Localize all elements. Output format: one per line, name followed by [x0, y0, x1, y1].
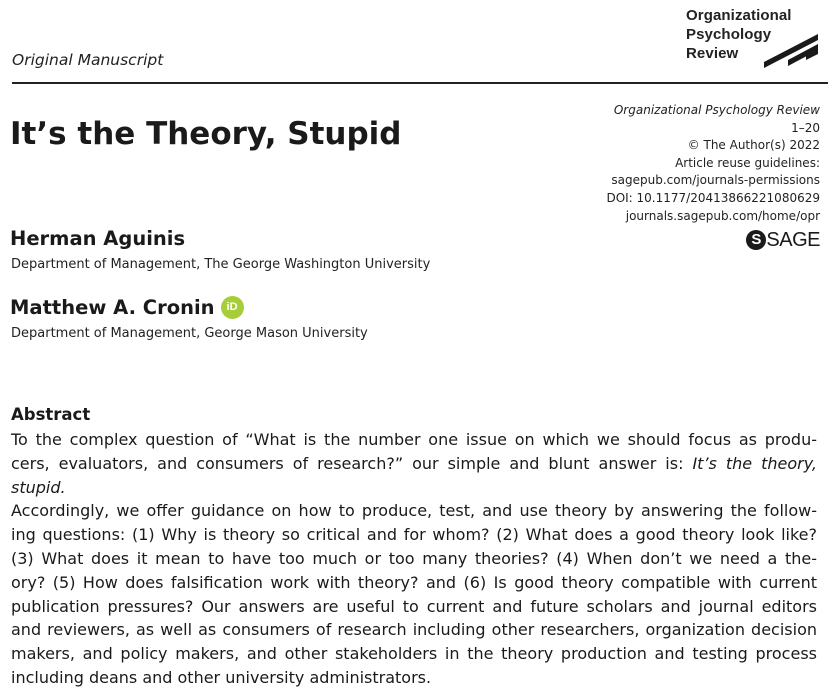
author-2-affiliation: Department of Management, George Mason U… [11, 326, 368, 341]
copyright: © The Author(s) 2022 [687, 138, 820, 153]
abstract-line: cers, evaluators, and consumers of resea… [11, 452, 817, 500]
abstract-heading: Abstract [11, 405, 91, 424]
author-1-affiliation: Department of Management, The George Was… [11, 257, 431, 272]
abstract-line: makers, and policy makers, and other sta… [11, 644, 817, 664]
abstract-line: (3) What does it mean to have too much o… [11, 548, 817, 568]
abstract-line: including deans and other university adm… [11, 667, 432, 687]
sage-mark-icon: S [746, 230, 767, 250]
author-1: Herman Aguinis [10, 227, 185, 250]
journal-logo-mark-icon [764, 34, 818, 68]
abstract-line: ory? (5) How does falsification work wit… [11, 572, 817, 592]
journal-name: Organizational Psychology Review [613, 103, 820, 117]
header-divider [12, 82, 828, 84]
publisher-logo: S SAGE [746, 228, 820, 252]
article-title: It’s the Theory, Stupid [10, 116, 402, 152]
publisher-name: SAGE [766, 229, 820, 251]
abstract-line-text: cers, evaluators, and consumers of resea… [11, 453, 693, 473]
abstract-line: Accordingly, we offer guidance on how to… [11, 501, 817, 521]
page-range: 1–20 [791, 120, 820, 135]
author-2: Matthew A. Cronin iD [10, 296, 244, 319]
logo-line-1: Organizational [686, 7, 792, 24]
abstract-text: To the complex question of “What is the … [11, 428, 817, 690]
doi[interactable]: DOI: 10.1177/20413866221080629 [606, 190, 820, 208]
orcid-icon[interactable]: iD [220, 296, 244, 319]
abstract-line: and reviewers, as well as consumers of r… [11, 620, 817, 640]
abstract-line: publication pressures? Our answers are u… [11, 596, 817, 616]
abstract-line: To the complex question of “What is the … [11, 430, 817, 449]
permissions-link[interactable]: sagepub.com/journals-permissions [606, 172, 820, 190]
manuscript-type: Original Manuscript [12, 51, 164, 69]
author-name: Matthew A. Cronin [10, 296, 215, 319]
author-name: Herman Aguinis [10, 227, 186, 250]
abstract-line: ing questions: (1) Why is theory so crit… [11, 525, 817, 545]
article-metadata: Organizational Psychology Review 1–20 © … [606, 102, 820, 225]
journal-home-link[interactable]: journals.sagepub.com/home/opr [606, 208, 820, 226]
reuse-guidelines: Article reuse guidelines: [675, 155, 820, 170]
